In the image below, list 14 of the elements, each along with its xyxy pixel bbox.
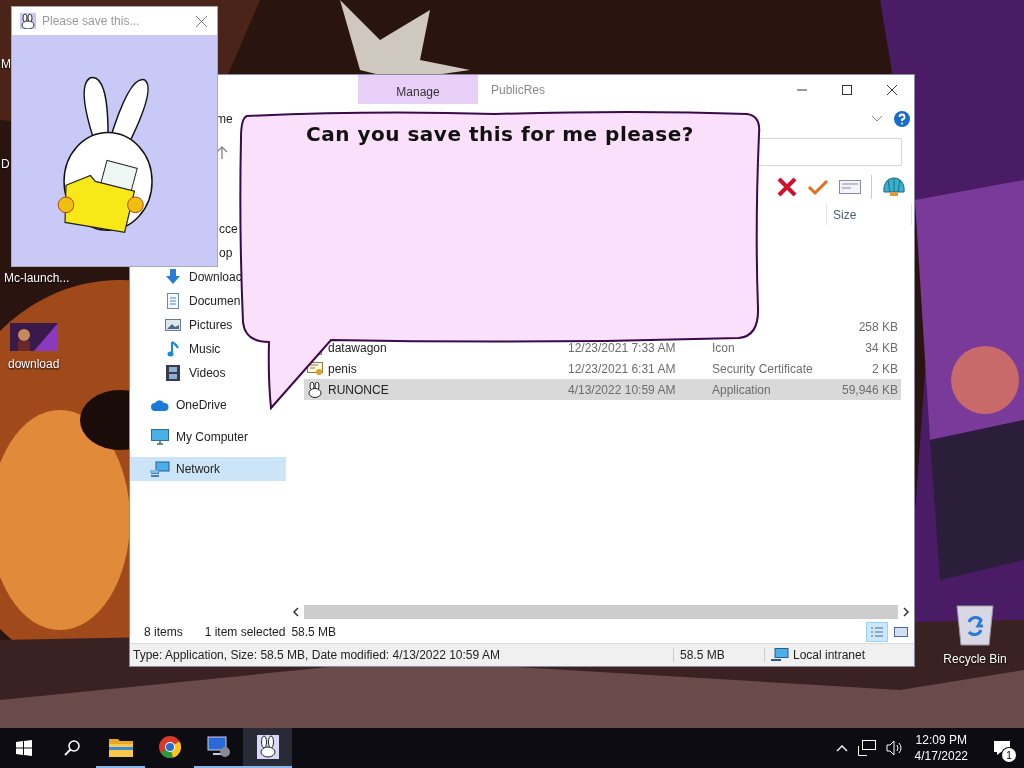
rabbit-icon: [256, 735, 279, 759]
rabbit-app-button[interactable]: [243, 728, 292, 768]
clock-date[interactable]: 4/17/2022: [914, 748, 968, 764]
network-icon[interactable]: [857, 740, 876, 756]
windows-icon: [16, 740, 32, 756]
computer-icon: [206, 736, 231, 758]
notification-count: 1: [1002, 748, 1016, 762]
volume-icon[interactable]: [885, 740, 904, 756]
chevron-up-icon[interactable]: [835, 744, 848, 752]
browser-icon: [158, 736, 181, 758]
search-icon: [64, 740, 80, 756]
clock-time[interactable]: 12:09 PM: [915, 732, 967, 748]
notifications-button[interactable]: 1: [980, 728, 1024, 768]
folder-icon: [108, 737, 133, 757]
